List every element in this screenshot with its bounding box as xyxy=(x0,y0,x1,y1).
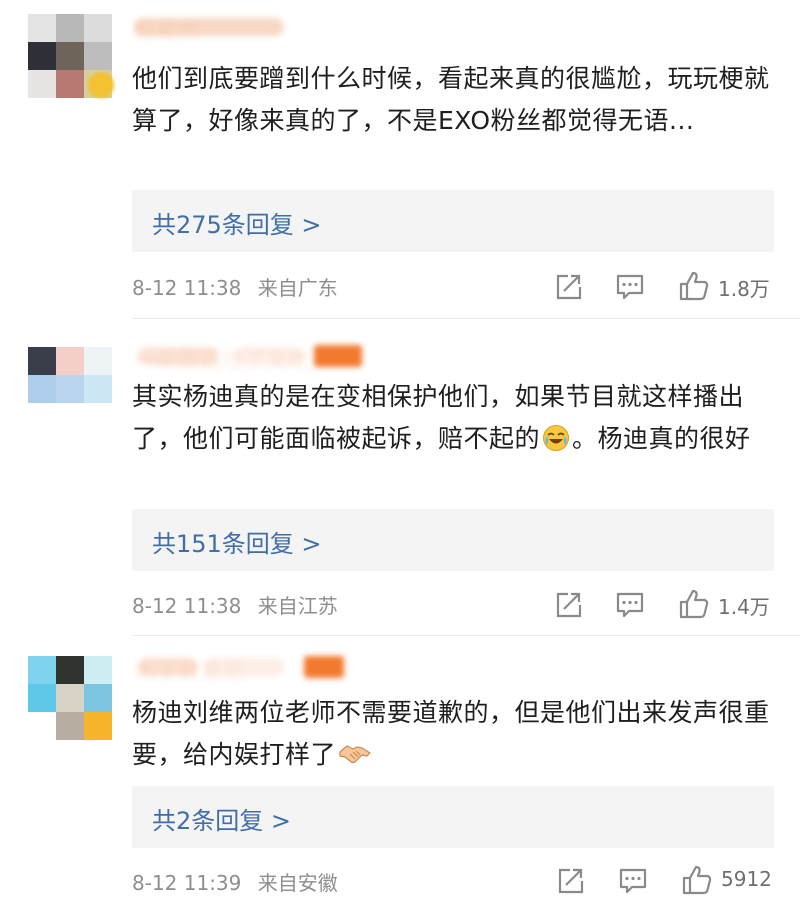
avatar[interactable] xyxy=(28,656,112,740)
username[interactable]: 一朵蘑菇吃了又吃 xyxy=(134,341,414,374)
comment-text-part: 。杨迪真的很好 xyxy=(572,424,751,453)
like-icon[interactable] xyxy=(678,588,710,620)
like-count: 5912 xyxy=(721,867,772,891)
comment-meta: 8-12 11:38 来自广东 xyxy=(132,272,348,302)
handshake-emoji-icon xyxy=(338,739,372,767)
comment-text: 杨迪刘维两位老师不需要道歉的，但是他们出来发声很重要，给内娱打样了 xyxy=(132,692,778,776)
timestamp: 8-12 11:38 xyxy=(132,276,242,300)
reply-thread-button[interactable]: 共151条回复 > xyxy=(132,509,774,571)
reply-thread-button[interactable]: 共2条回复 > xyxy=(132,786,774,848)
reply-thread-button[interactable]: 共275条回复 > xyxy=(132,190,774,252)
username-text: 木子有意见 xyxy=(134,660,245,685)
comment-text-part: 杨迪刘维两位老师不需要道歉的，但是他们出来发声很重要，给内娱打样了 xyxy=(132,698,770,769)
reply-count-link[interactable]: 共275条回复 > xyxy=(152,205,322,240)
comment-item: 陈昊然 他们到底要蹭到什么时候，看起来真的很尴尬，玩玩梗就算了，好像来真的了，不… xyxy=(0,0,800,318)
comment-text: 其实杨迪真的是在变相保护他们，如果节目就这样播出了，他们可能面临被起诉，赔不起的… xyxy=(132,376,778,460)
location: 来自安徽 xyxy=(257,871,338,895)
comment-meta: 8-12 11:38 来自江苏 xyxy=(132,590,348,620)
timestamp: 8-12 11:39 xyxy=(132,871,242,895)
reply-count-link[interactable]: 共151条回复 > xyxy=(152,524,322,559)
like-count: 1.4万 xyxy=(718,595,770,619)
reply-count-link[interactable]: 共2条回复 > xyxy=(152,801,291,836)
comment-text: 他们到底要蹭到什么时候，看起来真的很尴尬，玩玩梗就算了，好像来真的了，不是EXO… xyxy=(132,64,770,135)
like-count: 1.8万 xyxy=(718,277,770,301)
like-icon[interactable] xyxy=(678,270,710,302)
comment-meta: 8-12 11:39 来自安徽 xyxy=(132,867,348,897)
username[interactable]: 木子有意见 xyxy=(134,652,374,685)
laughing-crying-emoji-icon xyxy=(542,423,570,451)
vip-badge-icon xyxy=(88,72,114,98)
username-text: 陈昊然 xyxy=(134,20,201,45)
like-icon[interactable] xyxy=(681,864,713,896)
username[interactable]: 陈昊然 xyxy=(134,12,354,45)
timestamp: 8-12 11:38 xyxy=(132,594,242,618)
share-icon[interactable] xyxy=(553,590,583,620)
comment-icon[interactable] xyxy=(615,590,645,620)
share-icon[interactable] xyxy=(555,866,585,896)
location: 来自广东 xyxy=(257,276,338,300)
share-icon[interactable] xyxy=(553,272,583,302)
comment-icon[interactable] xyxy=(615,272,645,302)
avatar[interactable] xyxy=(28,347,112,431)
comment-item: 一朵蘑菇吃了又吃 其实杨迪真的是在变相保护他们，如果节目就这样播出了，他们可能面… xyxy=(0,319,800,635)
location: 来自江苏 xyxy=(257,594,338,618)
comment-icon[interactable] xyxy=(618,866,648,896)
comment-item: 木子有意见 杨迪刘维两位老师不需要道歉的，但是他们出来发声很重要，给内娱打样了 … xyxy=(0,636,800,909)
username-text: 一朵蘑菇吃了又吃 xyxy=(134,349,311,374)
